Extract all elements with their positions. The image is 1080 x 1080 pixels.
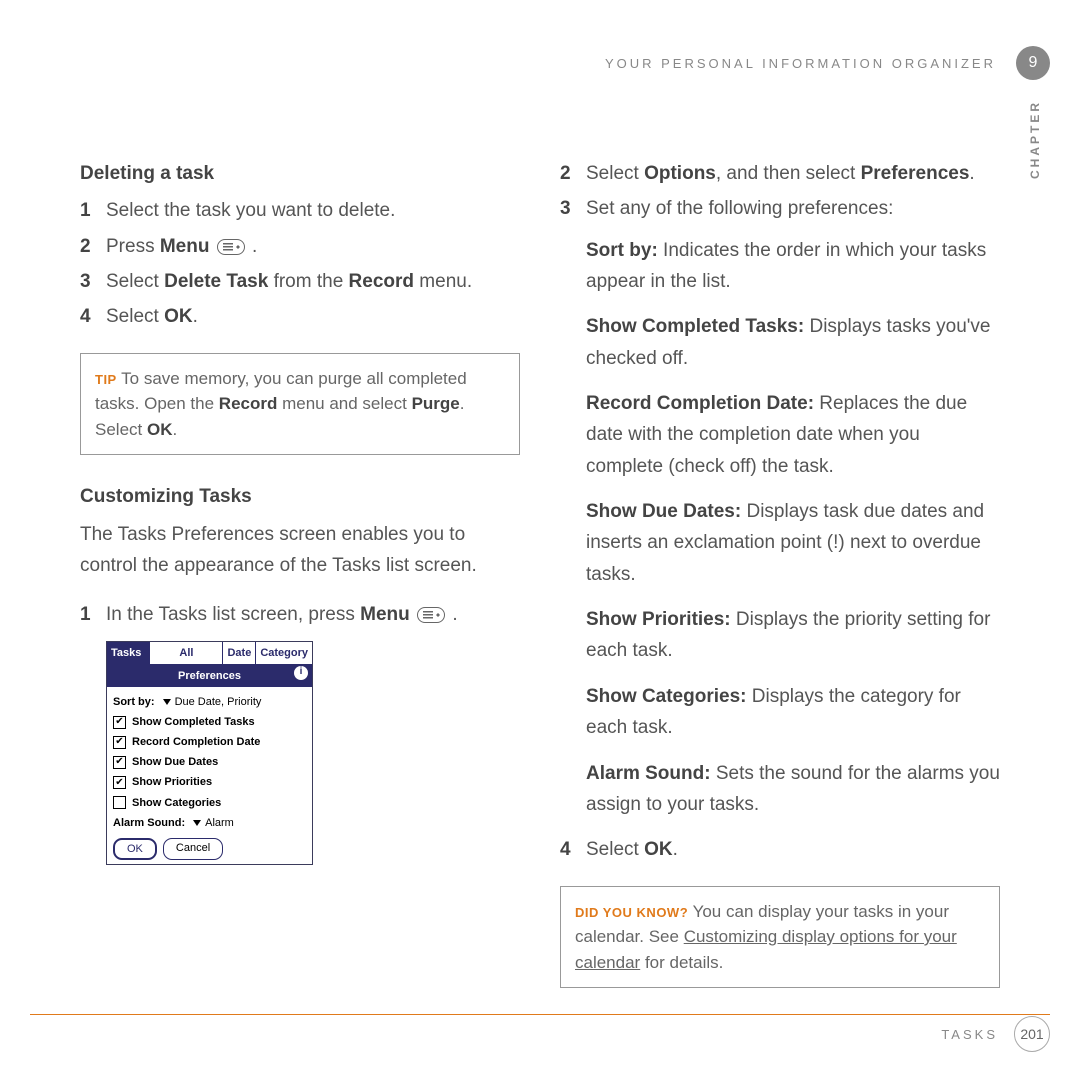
dyk-label: DID YOU KNOW?	[575, 905, 688, 920]
cancel-button[interactable]: Cancel	[163, 838, 223, 860]
customize-step-4: 4 Select OK.	[560, 834, 1000, 865]
pref-show-completed: Show Completed Tasks: Displays tasks you…	[586, 311, 1000, 374]
pref-show-priorities: Show Priorities: Displays the priority s…	[586, 604, 1000, 667]
left-column: Deleting a task 1 Select the task you wa…	[80, 158, 520, 1008]
footer-rule	[30, 1014, 1050, 1015]
checkbox-label: Record Completion Date	[132, 733, 260, 751]
menu-icon	[417, 607, 445, 623]
footer-section-name: TASKS	[941, 1027, 998, 1042]
pref-checkbox-row[interactable]: ✔ Show Completed Tasks	[113, 713, 306, 731]
sort-by-row[interactable]: Sort by: Due Date, Priority	[113, 693, 306, 711]
menu-icon	[217, 239, 245, 255]
tab-tasks[interactable]: Tasks	[107, 642, 150, 665]
customize-step-2: 2 Select Options, and then select Prefer…	[560, 158, 1000, 189]
checkbox-label: Show Due Dates	[132, 753, 218, 771]
tab-all[interactable]: All	[150, 642, 223, 665]
checkbox-icon[interactable]	[113, 796, 126, 809]
chapter-number-circle: 9	[1016, 46, 1050, 80]
pref-checkbox-row[interactable]: ✔ Show Priorities	[113, 773, 306, 791]
tab-date[interactable]: Date	[223, 642, 256, 665]
page-header: YOUR PERSONAL INFORMATION ORGANIZER 9	[540, 46, 1050, 80]
pref-checkbox-row[interactable]: Show Categories	[113, 794, 306, 812]
checkbox-label: Show Completed Tasks	[132, 713, 255, 731]
alarm-sound-row[interactable]: Alarm Sound: Alarm	[113, 814, 306, 832]
checkbox-label: Show Categories	[132, 794, 221, 812]
pref-checkbox-row[interactable]: ✔ Show Due Dates	[113, 753, 306, 771]
step-4: 4 Select OK.	[80, 301, 520, 332]
pref-sort-by: Sort by: Indicates the order in which yo…	[586, 235, 1000, 298]
pref-alarm-sound: Alarm Sound: Sets the sound for the alar…	[586, 758, 1000, 821]
pref-show-categories: Show Categories: Displays the category f…	[586, 681, 1000, 744]
checkbox-icon[interactable]: ✔	[113, 776, 126, 789]
info-icon[interactable]: i	[294, 666, 308, 680]
tip-label: TIP	[95, 372, 117, 387]
dropdown-icon	[163, 699, 171, 705]
dropdown-icon	[193, 820, 201, 826]
checkbox-label: Show Priorities	[132, 773, 212, 791]
step-1: 1 Select the task you want to delete.	[80, 195, 520, 226]
running-head: YOUR PERSONAL INFORMATION ORGANIZER	[605, 56, 996, 71]
chapter-label: CHAPTER	[1028, 100, 1042, 179]
did-you-know-callout: DID YOU KNOW? You can display your tasks…	[560, 886, 1000, 989]
tab-category[interactable]: Category	[256, 642, 312, 665]
page-footer: TASKS 201	[941, 1016, 1050, 1052]
prefs-titlebar: Preferences i	[107, 665, 312, 687]
pref-show-due-dates: Show Due Dates: Displays task due dates …	[586, 496, 1000, 590]
ok-button[interactable]: OK	[113, 838, 157, 860]
heading-customizing-tasks: Customizing Tasks	[80, 481, 520, 512]
right-column: 2 Select Options, and then select Prefer…	[560, 158, 1000, 1008]
step-2: 2 Press Menu .	[80, 231, 520, 262]
checkbox-icon[interactable]: ✔	[113, 716, 126, 729]
pref-checkbox-row[interactable]: ✔ Record Completion Date	[113, 733, 306, 751]
heading-deleting-task: Deleting a task	[80, 158, 520, 189]
preferences-screenshot: Tasks All Date Category Preferences i So…	[106, 641, 313, 865]
step-3: 3 Select Delete Task from the Record men…	[80, 266, 520, 297]
checkbox-icon[interactable]: ✔	[113, 756, 126, 769]
tip-callout: TIP To save memory, you can purge all co…	[80, 353, 520, 456]
customize-step-1: 1 In the Tasks list screen, press Menu .	[80, 599, 520, 630]
checkbox-icon[interactable]: ✔	[113, 736, 126, 749]
pref-record-completion: Record Completion Date: Replaces the due…	[586, 388, 1000, 482]
customize-step-3: 3 Set any of the following preferences:	[560, 193, 1000, 224]
page-number: 201	[1014, 1016, 1050, 1052]
customizing-intro: The Tasks Preferences screen enables you…	[80, 519, 520, 582]
